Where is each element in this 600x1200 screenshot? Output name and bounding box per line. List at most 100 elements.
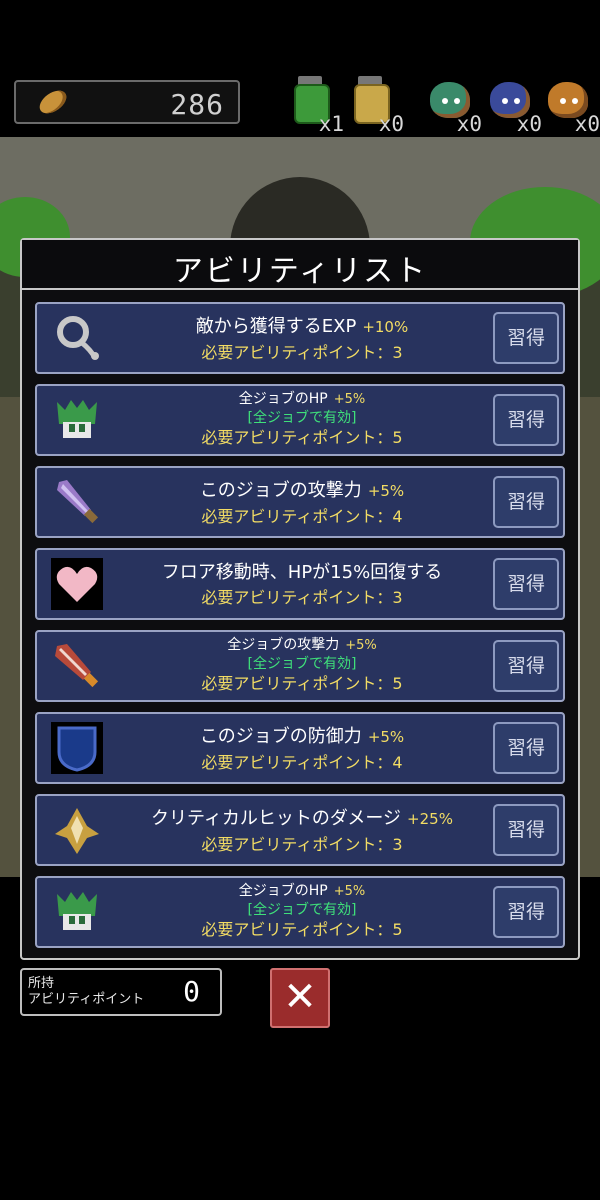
ability-cost-label: 必要アビリティポイント：: [201, 428, 393, 447]
ability-bonus: +5%: [367, 482, 405, 500]
ability-texts: このジョブの防御力 +5% 必要アビリティポイント：4: [117, 714, 487, 782]
panel-title: アビリティリスト: [172, 254, 428, 289]
ability-cost-label: 必要アビリティポイント：: [201, 588, 393, 607]
ring-icon: [51, 312, 103, 364]
ability-cost-value: 4: [392, 753, 403, 772]
ability-texts: 全ジョブのHP +5% [全ジョブで有効] 必要アビリティポイント：5: [117, 878, 487, 946]
ability-cost-value: 3: [392, 835, 403, 854]
ability-cost-value: 4: [392, 507, 403, 526]
item-count: x0: [456, 112, 482, 136]
learn-button[interactable]: 習得: [493, 394, 559, 446]
green-helmet-icon: [51, 886, 103, 938]
green-helmet-icon: [51, 394, 103, 446]
learn-button[interactable]: 習得: [493, 476, 559, 528]
purple-sword-icon: [51, 476, 103, 528]
learn-button[interactable]: 習得: [493, 312, 559, 364]
coin-counter: 286: [14, 80, 240, 124]
ability-card: 全ジョブのHP +5% [全ジョブで有効] 必要アビリティポイント：5 習得: [35, 876, 565, 948]
ability-card: 敵から獲得するEXP +10% 必要アビリティポイント：3 習得: [35, 302, 565, 374]
ability-texts: このジョブの攻撃力 +5% 必要アビリティポイント：4: [117, 468, 487, 536]
close-button[interactable]: ✕: [270, 968, 330, 1028]
ability-effect-text: 全ジョブの攻撃力: [227, 637, 340, 653]
ability-bonus: +10%: [362, 318, 409, 336]
item-slot-orange-slime[interactable]: x0: [540, 76, 600, 136]
ability-cost: 必要アビリティポイント：5: [117, 919, 487, 940]
ability-cost-label: 必要アビリティポイント：: [201, 920, 393, 939]
ability-name: 全ジョブのHP +5%: [117, 390, 487, 409]
ability-texts: フロア移動時、HPが15%回復する必要アビリティポイント：3: [117, 550, 487, 618]
coin-value: 286: [170, 88, 224, 121]
ability-card: このジョブの攻撃力 +5% 必要アビリティポイント：4 習得: [35, 466, 565, 538]
red-sword-icon: [51, 640, 103, 692]
learn-button[interactable]: 習得: [493, 722, 559, 774]
ability-scope: [全ジョブで有効]: [247, 902, 357, 918]
ability-cost: 必要アビリティポイント：4: [117, 506, 487, 527]
learn-button[interactable]: 習得: [493, 804, 559, 856]
item-count: x0: [378, 112, 404, 136]
ability-effect-text: クリティカルヒットのダメージ: [151, 808, 402, 829]
ability-scope: [全ジョブで有効]: [247, 410, 357, 426]
ability-bonus: +5%: [345, 638, 377, 653]
ability-name: クリティカルヒットのダメージ +25%: [117, 808, 487, 830]
ability-cost-label: 必要アビリティポイント：: [201, 507, 393, 526]
ability-effect-text: 全ジョブのHP: [238, 883, 328, 899]
learn-button[interactable]: 習得: [493, 886, 559, 938]
panel-header: アビリティリスト: [22, 240, 578, 290]
ability-name: 敵から獲得するEXP +10%: [117, 316, 487, 338]
ability-name: このジョブの攻撃力 +5%: [117, 480, 487, 502]
ability-texts: 敵から獲得するEXP +10% 必要アビリティポイント：3: [117, 304, 487, 372]
learn-button[interactable]: 習得: [493, 640, 559, 692]
learn-button[interactable]: 習得: [493, 558, 559, 610]
ability-card: 全ジョブのHP +5% [全ジョブで有効] 必要アビリティポイント：5 習得: [35, 384, 565, 456]
ability-effect-text: 全ジョブのHP: [238, 391, 328, 407]
ability-effect-text: フロア移動時、HPが15%回復する: [161, 562, 443, 583]
ability-cost-value: 5: [392, 674, 403, 693]
item-count: x1: [318, 112, 344, 136]
coin-icon: [35, 86, 71, 118]
ability-cost-label: 必要アビリティポイント：: [201, 753, 393, 772]
ability-name: フロア移動時、HPが15%回復する: [117, 562, 487, 583]
ability-card: クリティカルヒットのダメージ +25% 必要アビリティポイント：3 習得: [35, 794, 565, 866]
item-slot-green-slime[interactable]: x0: [422, 76, 482, 136]
ability-card: このジョブの防御力 +5% 必要アビリティポイント：4 習得: [35, 712, 565, 784]
ability-points-value: 0: [183, 975, 200, 1008]
heart-icon: [51, 558, 103, 610]
ability-cost-label: 必要アビリティポイント：: [201, 674, 393, 693]
ability-effect-text: このジョブの攻撃力: [199, 480, 362, 501]
ability-name: このジョブの防御力 +5%: [117, 726, 487, 748]
ability-cost-value: 5: [392, 920, 403, 939]
ability-cost: 必要アビリティポイント：3: [117, 834, 487, 855]
ability-bonus: +5%: [367, 728, 405, 746]
ability-points-label: 所持 アビリティポイント: [28, 976, 145, 1007]
item-count: x0: [574, 112, 600, 136]
ability-bonus: +25%: [407, 810, 453, 828]
ability-cost: 必要アビリティポイント：3: [117, 342, 487, 363]
ability-cost-value: 3: [392, 588, 403, 607]
ability-texts: 全ジョブの攻撃力 +5% [全ジョブで有効] 必要アビリティポイント：5: [117, 632, 487, 700]
ability-name: 全ジョブのHP +5%: [117, 882, 487, 901]
critical-star-icon: [51, 804, 103, 856]
ability-cost-value: 5: [392, 428, 403, 447]
ability-points-box: 所持 アビリティポイント 0: [20, 968, 222, 1016]
ability-cost-value: 3: [392, 343, 403, 362]
ability-cost: 必要アビリティポイント：5: [117, 427, 487, 448]
ability-texts: 全ジョブのHP +5% [全ジョブで有効] 必要アビリティポイント：5: [117, 386, 487, 454]
ability-cost: 必要アビリティポイント：5: [117, 673, 487, 694]
ability-scope: [全ジョブで有効]: [247, 656, 357, 672]
ability-bonus: +5%: [333, 884, 366, 899]
ability-card: フロア移動時、HPが15%回復する 必要アビリティポイント：3 習得: [35, 548, 565, 620]
ability-bonus: +5%: [333, 392, 366, 407]
item-slot-blue-slime[interactable]: x0: [482, 76, 542, 136]
blue-shield-icon: [51, 722, 103, 774]
item-slot-yellow-potion[interactable]: x0: [344, 76, 404, 136]
ability-name: 全ジョブの攻撃力 +5%: [117, 636, 487, 655]
item-slot-green-potion[interactable]: x1: [284, 76, 344, 136]
item-count: x0: [516, 112, 542, 136]
ability-texts: クリティカルヒットのダメージ +25% 必要アビリティポイント：3: [117, 796, 487, 864]
ability-cost-label: 必要アビリティポイント：: [201, 343, 393, 362]
ability-cost: 必要アビリティポイント：4: [117, 752, 487, 773]
ability-card: 全ジョブの攻撃力 +5% [全ジョブで有効] 必要アビリティポイント：5 習得: [35, 630, 565, 702]
ability-effect-text: このジョブの防御力: [199, 726, 362, 747]
ability-list-panel: アビリティリスト 敵から獲得するEXP +10% 必要アビリティポイント：3 習得 全ジ…: [20, 238, 580, 960]
top-margin: [0, 0, 600, 75]
